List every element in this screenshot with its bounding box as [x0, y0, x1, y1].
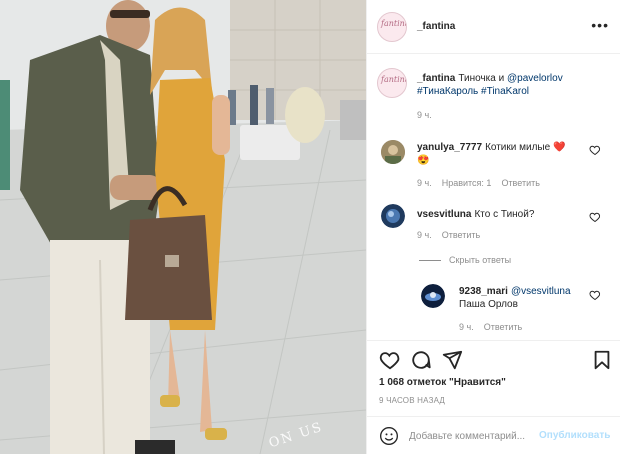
- avatar-image: [381, 204, 405, 228]
- comment-like-heart-icon[interactable]: [589, 144, 601, 156]
- post-photo[interactable]: ON US: [0, 0, 366, 454]
- post-caption: _fantina Тиночка и @pavelorlov #ТинаКарол…: [417, 72, 613, 98]
- comment-icon[interactable]: [410, 349, 432, 371]
- actions-divider: [367, 340, 620, 341]
- smiley-icon[interactable]: [379, 426, 399, 446]
- comment-time[interactable]: 9 ч.: [417, 178, 432, 188]
- comment-text: Котики милые: [485, 142, 551, 153]
- bookmark-icon[interactable]: [591, 349, 613, 371]
- red-heart-emoji: ❤️: [552, 142, 566, 153]
- caption-author-avatar[interactable]: fantina: [377, 68, 407, 98]
- author-avatar[interactable]: fantina: [377, 12, 407, 42]
- comment-vsesvitluna: vsesvitluna Кто с Тиной?: [417, 208, 587, 221]
- hide-replies-button[interactable]: Скрыть ответы: [419, 255, 511, 265]
- reply-button[interactable]: Ответить: [442, 230, 480, 240]
- reply-comment: 9238_mari @vsesvitluna Паша Орлов: [459, 285, 589, 311]
- add-comment-input[interactable]: [409, 427, 539, 445]
- reply-button[interactable]: Ответить: [501, 178, 539, 188]
- posted-time[interactable]: 9 ЧАСОВ НАЗАД: [379, 396, 445, 405]
- comment-username[interactable]: yanulya_7777: [417, 142, 482, 153]
- avatar-image: [381, 140, 405, 164]
- comment-username[interactable]: vsesvitluna: [417, 209, 471, 220]
- comment-yanulya: yanulya_7777 Котики милые ❤️ 😍: [417, 141, 587, 167]
- comment-likes-count[interactable]: Нравится: 1: [442, 178, 492, 188]
- author-username[interactable]: _fantina: [417, 21, 455, 32]
- hide-replies-label: Скрыть ответы: [449, 255, 512, 265]
- caption-mention-link[interactable]: @pavelorlov: [507, 73, 563, 84]
- comment-meta: 9 ч. Ответить: [417, 230, 490, 240]
- caption-time[interactable]: 9 ч.: [417, 110, 432, 120]
- caption-author-username[interactable]: _fantina: [417, 73, 455, 84]
- add-comment-bar: Опубликовать: [367, 416, 620, 454]
- likes-count[interactable]: 1 068 отметок "Нравится": [379, 377, 506, 388]
- post-details-panel: fantina _fantina ••• fantina _fantina Тин…: [366, 0, 620, 454]
- avatar-image: [421, 284, 445, 308]
- reply-text: Паша Орлов: [459, 299, 518, 310]
- caption-hashtags-link[interactable]: #ТинаКароль #TinaKarol: [417, 86, 529, 97]
- heart-eyes-emoji: 😍: [417, 155, 430, 166]
- reply-avatar-9238-mari[interactable]: [421, 284, 445, 308]
- comment-meta: 9 ч. Нравится: 1 Ответить: [417, 178, 550, 188]
- reply-meta: 9 ч. Ответить: [459, 322, 532, 332]
- comment-text: Кто с Тиной?: [474, 209, 535, 220]
- reply-time[interactable]: 9 ч.: [459, 322, 474, 332]
- more-options-icon[interactable]: •••: [591, 17, 609, 33]
- post-header: fantina _fantina •••: [367, 0, 620, 54]
- comment-avatar-vsesvitluna[interactable]: [381, 204, 405, 228]
- comment-time[interactable]: 9 ч.: [417, 230, 432, 240]
- photo-illustration: [0, 0, 366, 454]
- reply-username[interactable]: 9238_mari: [459, 286, 508, 297]
- heart-icon[interactable]: [379, 349, 401, 371]
- reply-button[interactable]: Ответить: [484, 322, 522, 332]
- comment-avatar-yanulya[interactable]: [381, 140, 405, 164]
- divider-dash: [419, 260, 441, 262]
- caption-text: Тиночка и: [458, 73, 505, 84]
- comment-like-heart-icon[interactable]: [589, 211, 601, 223]
- reply-like-heart-icon[interactable]: [589, 289, 601, 301]
- reply-mention-link[interactable]: @vsesvitluna: [511, 286, 571, 297]
- share-icon[interactable]: [441, 349, 463, 371]
- publish-button[interactable]: Опубликовать: [539, 430, 610, 441]
